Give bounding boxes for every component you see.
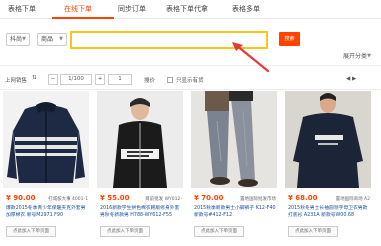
product-image[interactable] (97, 91, 183, 188)
search-type-value: 商品 (41, 36, 54, 43)
pager-field[interactable]: 1/100 (60, 74, 92, 85)
product-title[interactable]: 2015秋季新款男士小脚裤子 K12-F40 新款号#412-F12 (194, 205, 277, 219)
add-to-order-button[interactable]: 点此加入下单页面 (100, 226, 150, 237)
product-price: ¥ 70.00 (194, 194, 224, 202)
product-grid: ¥ 90.00 打城核大事 4001-1 爆款2015冬季青少年保暖夹克外套男加… (0, 91, 381, 246)
page-arrows[interactable]: ◀ ▶ (346, 76, 356, 82)
sort-icon[interactable]: ⇅ (32, 75, 37, 81)
qty-field[interactable]: 1 (108, 74, 132, 85)
product-seller: 置地国际批发市场 (240, 197, 276, 202)
product-price: ¥ 68.00 (288, 194, 318, 202)
in-stock-label: 只显示有货 (176, 78, 204, 84)
search-type-select[interactable]: 商品 ▼ (37, 33, 67, 46)
tab-table-order[interactable]: 表格下单 (8, 4, 36, 14)
product-image[interactable] (285, 91, 371, 188)
in-stock-checkbox[interactable] (167, 77, 173, 83)
product-image[interactable] (191, 91, 277, 188)
product-card[interactable]: ¥ 90.00 打城核大事 4001-1 爆款2015冬季青少年保暖夹克外套男加… (3, 91, 89, 246)
tab-table-proxy-order[interactable]: 表格下单代拿 (166, 4, 208, 14)
product-price: ¥ 90.00 (6, 194, 36, 202)
chevron-down-icon: ▼ (59, 36, 63, 42)
product-card[interactable]: ¥ 55.00 目前批发 WY012- 2016新款学生拼色棉衣韩版修身外套男秋… (97, 91, 183, 246)
tab-sync-order[interactable]: 同步订单 (118, 4, 146, 14)
pager-prev-button[interactable]: − (48, 74, 58, 85)
add-to-order-button[interactable]: 点此加入下单页面 (194, 226, 244, 237)
expand-categories-label: 展开分类 (343, 53, 368, 60)
product-price: ¥ 55.00 (100, 194, 130, 202)
product-image[interactable] (3, 91, 89, 188)
platform-select[interactable]: 抖尚 ▼ (6, 33, 30, 46)
product-card[interactable]: ¥ 68.00 置地国际商场 A2 2015秋冬男士长袖圆领字母卫衣男款打底衫 … (285, 91, 371, 246)
product-card[interactable]: ¥ 70.00 置地国际批发市场 2015秋季新款男士小脚裤子 K12-F40 … (191, 91, 277, 246)
active-tab-underline (52, 17, 114, 19)
tab-table-multi-order[interactable]: 表格多单 (232, 4, 260, 14)
search-button[interactable]: 搜索 (279, 32, 300, 46)
add-to-order-button[interactable]: 点此加入下单页面 (288, 226, 338, 237)
chevron-down-icon: ▼ (367, 53, 371, 59)
price-label: 搜价 (144, 78, 156, 84)
chevron-down-icon: ▼ (22, 36, 26, 42)
filter-controls: 上网销售 ⇅ − 1/100 + 1 搜价 只显示有货 ◀ ▶ (0, 68, 381, 90)
expand-categories[interactable]: 展开分类 ▼ (340, 51, 374, 64)
product-seller: 置地国际商场 A2 (335, 197, 370, 202)
add-to-order-button[interactable]: 点此加入下单页面 (6, 226, 56, 237)
product-seller: 目前批发 WY012- (145, 197, 182, 202)
search-bar: 抖尚 ▼ 商品 ▼ 搜索 展开分类 ▼ (0, 22, 381, 66)
product-title[interactable]: 2016新款学生拼色棉衣韩版修身外套男秋冬新款男 H788-WY612-F55 (100, 205, 183, 219)
product-seller: 打城核大事 4001-1 (48, 197, 88, 202)
product-title[interactable]: 爆款2015冬季青少年保暖夹克外套男加厚棉衣 新号M2971 F90 (6, 205, 89, 219)
pager-next-button[interactable]: + (95, 74, 105, 85)
product-title[interactable]: 2015秋冬男士长袖圆领字母卫衣男款打底衫 A231A 新款号W00.68 (288, 205, 371, 219)
pickup-label: 上网销售 (5, 78, 28, 84)
platform-select-value: 抖尚 (10, 36, 23, 43)
tab-online-order[interactable]: 在线下单 (64, 4, 92, 14)
order-tabs: 表格下单 在线下单 同步订单 表格下单代拿 表格多单 (0, 0, 381, 19)
